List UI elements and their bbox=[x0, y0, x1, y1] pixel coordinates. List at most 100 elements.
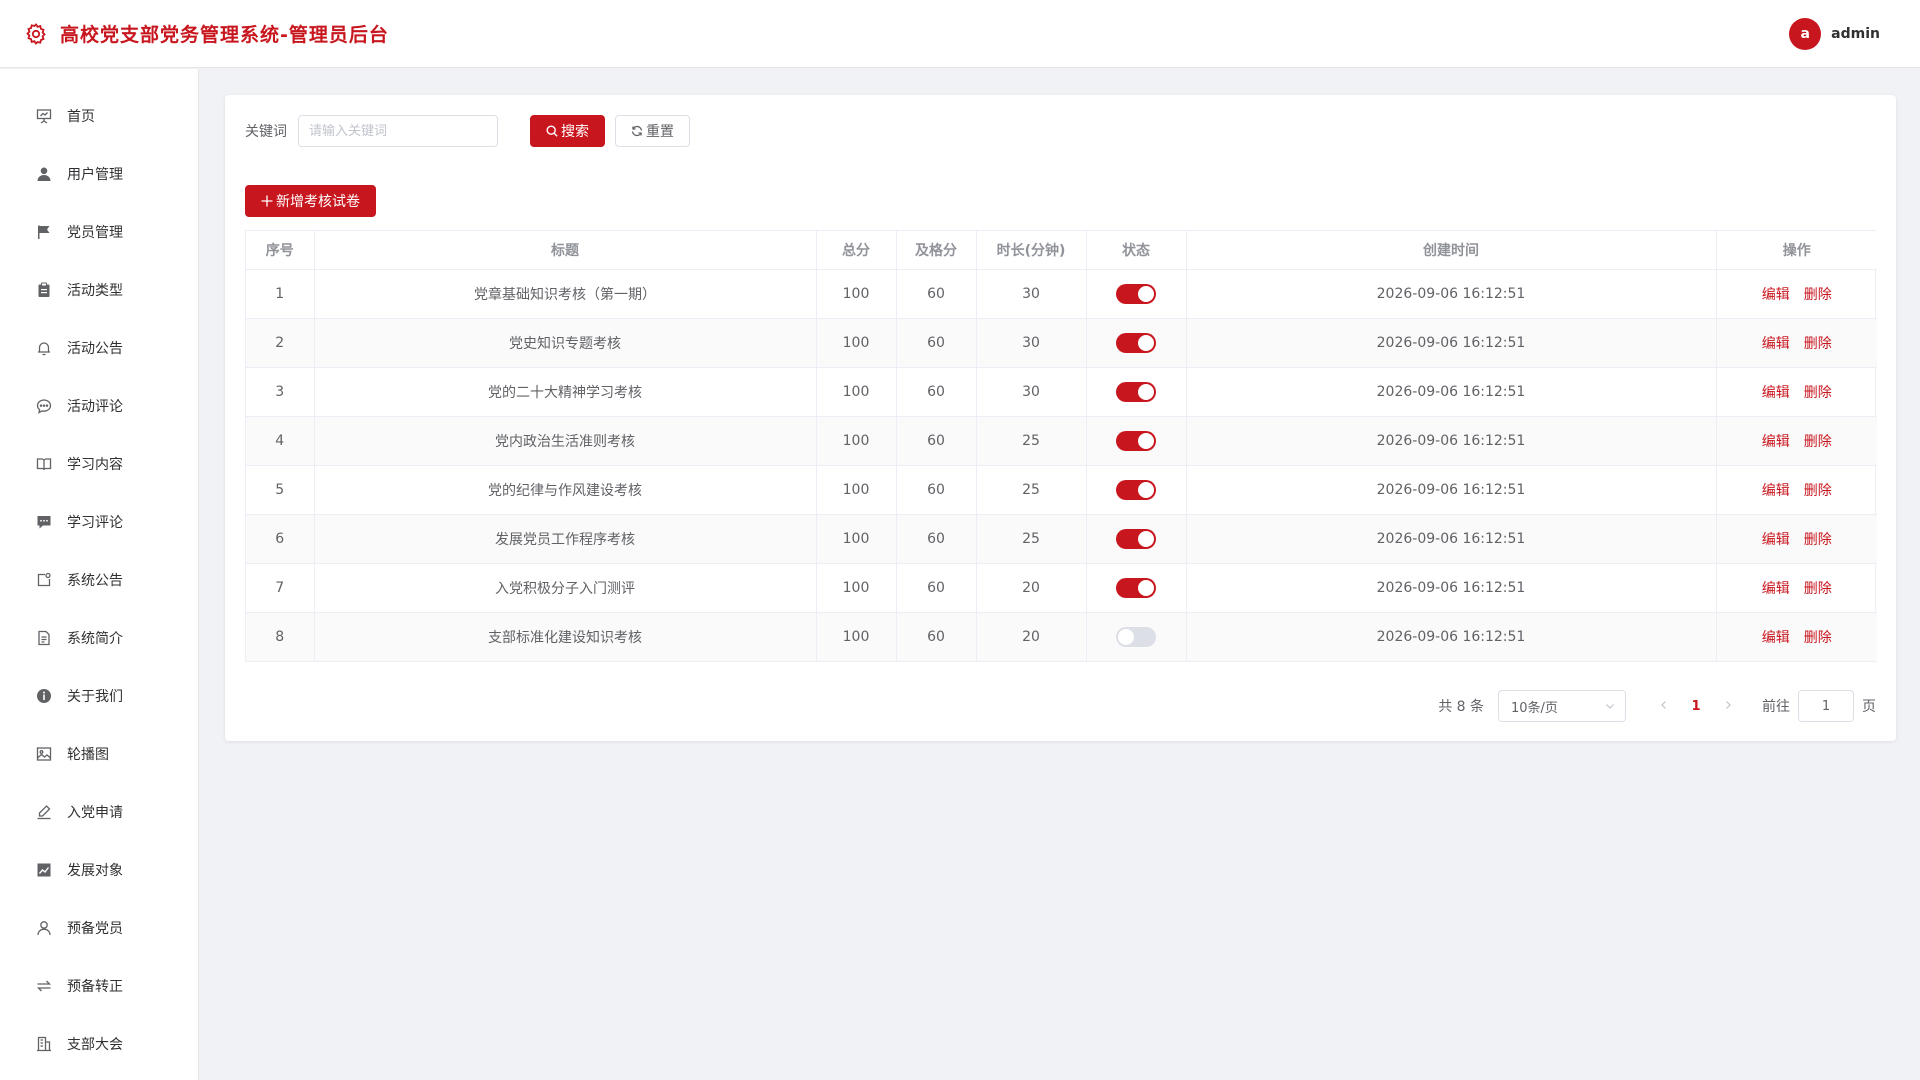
goto-page-input[interactable] bbox=[1798, 690, 1854, 722]
sidebar-item-activity-comments[interactable]: 活动评论 bbox=[0, 377, 198, 435]
delete-button[interactable]: 删除 bbox=[1804, 483, 1832, 499]
status-toggle[interactable] bbox=[1116, 283, 1156, 304]
delete-button[interactable]: 删除 bbox=[1804, 336, 1832, 352]
sidebar-item-development-targets[interactable]: 发展对象 bbox=[0, 841, 198, 899]
status-toggle[interactable] bbox=[1116, 332, 1156, 353]
cell-actions: 编辑 删除 bbox=[1716, 318, 1877, 368]
edit-button[interactable]: 编辑 bbox=[1762, 483, 1790, 499]
app-title: 高校党支部党务管理系统-管理员后台 bbox=[60, 24, 389, 46]
edit-button[interactable]: 编辑 bbox=[1762, 581, 1790, 597]
cell-total: 100 bbox=[816, 367, 897, 417]
table-row: 8 支部标准化建设知识考核 100 60 20 2026-09-06 16:12:51 编辑… bbox=[246, 612, 1877, 662]
delete-button[interactable]: 删除 bbox=[1804, 385, 1832, 401]
sidebar-item-label: 活动评论 bbox=[67, 399, 123, 415]
sidebar-item-activity-types[interactable]: 活动类型 bbox=[0, 261, 198, 319]
cell-pass: 60 bbox=[896, 514, 977, 564]
clipboard-icon bbox=[35, 281, 53, 299]
cell-actions: 编辑 删除 bbox=[1716, 416, 1877, 466]
sidebar-item-label: 首页 bbox=[67, 109, 95, 125]
cell-index: 7 bbox=[246, 563, 315, 613]
cell-index: 5 bbox=[246, 465, 315, 515]
avatar[interactable]: a bbox=[1789, 17, 1822, 50]
edit-button[interactable]: 编辑 bbox=[1762, 287, 1790, 303]
delete-button[interactable]: 删除 bbox=[1804, 287, 1832, 303]
username[interactable]: admin bbox=[1831, 26, 1880, 42]
prev-page-button[interactable] bbox=[1650, 698, 1678, 714]
delete-button[interactable]: 删除 bbox=[1804, 581, 1832, 597]
cell-total: 100 bbox=[816, 514, 897, 564]
toolbar: 新增考核试卷 bbox=[245, 185, 1876, 217]
add-exam-button-label: 新增考核试卷 bbox=[276, 194, 360, 210]
page-size-select[interactable]: 10条/页 bbox=[1498, 690, 1626, 722]
cell-status bbox=[1086, 269, 1187, 319]
add-exam-button[interactable]: 新增考核试卷 bbox=[245, 185, 376, 217]
status-toggle[interactable] bbox=[1116, 381, 1156, 402]
sidebar-item-label: 系统公告 bbox=[67, 573, 123, 589]
edit-button[interactable]: 编辑 bbox=[1762, 434, 1790, 450]
sidebar-item-probation-conversion[interactable]: 预备转正 bbox=[0, 957, 198, 1015]
delete-button[interactable]: 删除 bbox=[1804, 434, 1832, 450]
sidebar-item-label: 系统简介 bbox=[67, 631, 123, 647]
delete-button[interactable]: 删除 bbox=[1804, 532, 1832, 548]
cell-title: 党章基础知识考核（第一期） bbox=[314, 269, 817, 319]
table-row: 7 入党积极分子入门测评 100 60 20 2026-09-06 16:12:51 编辑删… bbox=[246, 563, 1877, 613]
edit-button[interactable]: 编辑 bbox=[1762, 630, 1790, 646]
sidebar-item-system-notices[interactable]: 系统公告 bbox=[0, 551, 198, 609]
sidebar-item-home[interactable]: 首页 bbox=[0, 87, 198, 145]
sidebar-item-activity-notices[interactable]: 活动公告 bbox=[0, 319, 198, 377]
cell-total: 100 bbox=[816, 318, 897, 368]
toggle-knob bbox=[1138, 481, 1154, 498]
cell-pass: 60 bbox=[896, 318, 977, 368]
edit-button[interactable]: 编辑 bbox=[1762, 336, 1790, 352]
cell-duration: 20 bbox=[976, 563, 1087, 613]
sidebar-item-party-application[interactable]: 入党申请 bbox=[0, 783, 198, 841]
table-row: 1 党章基础知识考核（第一期） 100 60 30 2026-09-06 16:12:51… bbox=[246, 269, 1877, 319]
table-header-row: 序号 标题 总分 及格分 时长(分钟) 状态 创建时间 操作 bbox=[246, 231, 1877, 270]
sidebar-item-users[interactable]: 用户管理 bbox=[0, 145, 198, 203]
sidebar-item-probationary-members[interactable]: 预备党员 bbox=[0, 899, 198, 957]
cell-status bbox=[1086, 514, 1187, 564]
sidebar-item-about-us[interactable]: 关于我们 bbox=[0, 667, 198, 725]
reset-button[interactable]: 重置 bbox=[615, 115, 690, 147]
cell-title: 党的二十大精神学习考核 bbox=[314, 367, 817, 417]
column-header: 操作 bbox=[1716, 231, 1877, 270]
status-toggle[interactable] bbox=[1116, 626, 1156, 647]
cell-duration: 20 bbox=[976, 612, 1087, 662]
column-header: 创建时间 bbox=[1186, 231, 1717, 270]
edit-button[interactable]: 编辑 bbox=[1762, 385, 1790, 401]
sidebar-item-study-content[interactable]: 学习内容 bbox=[0, 435, 198, 493]
toggle-knob bbox=[1138, 432, 1154, 449]
goto-label: 前往 bbox=[1762, 699, 1790, 715]
sidebar: 首页 用户管理 党员管理 活动类型 活动公告 活动评论 学习内容 学习评论 系统… bbox=[0, 69, 199, 1080]
column-header: 标题 bbox=[314, 231, 817, 270]
cell-created: 2026-09-06 16:12:51 bbox=[1186, 269, 1717, 319]
edit-button[interactable]: 编辑 bbox=[1762, 532, 1790, 548]
sidebar-item-system-intro[interactable]: 系统简介 bbox=[0, 609, 198, 667]
sidebar-item-label: 关于我们 bbox=[67, 689, 123, 705]
sidebar-item-label: 活动公告 bbox=[67, 341, 123, 357]
main-card: 关键词 搜索 重置 新增考核试卷 序号 标题 总分 bbox=[225, 95, 1896, 741]
pagination-total: 共 8 条 bbox=[1438, 699, 1484, 715]
page-number-active[interactable]: 1 bbox=[1678, 699, 1714, 714]
refresh-icon bbox=[631, 125, 643, 137]
cell-pass: 60 bbox=[896, 269, 977, 319]
cell-created: 2026-09-06 16:12:51 bbox=[1186, 318, 1717, 368]
cell-status bbox=[1086, 465, 1187, 515]
delete-button[interactable]: 删除 bbox=[1804, 630, 1832, 646]
sidebar-item-members[interactable]: 党员管理 bbox=[0, 203, 198, 261]
comment-filled-icon bbox=[35, 513, 53, 531]
search-input[interactable] bbox=[298, 115, 498, 147]
status-toggle[interactable] bbox=[1116, 479, 1156, 500]
status-toggle[interactable] bbox=[1116, 577, 1156, 598]
cell-total: 100 bbox=[816, 416, 897, 466]
user-menu[interactable]: a admin bbox=[1789, 17, 1880, 50]
pagination: 共 8 条 10条/页 1 前往 页 bbox=[1438, 690, 1876, 722]
sidebar-item-study-comments[interactable]: 学习评论 bbox=[0, 493, 198, 551]
sidebar-item-branch-meeting[interactable]: 支部大会 bbox=[0, 1015, 198, 1073]
user-icon bbox=[35, 165, 53, 183]
next-page-button[interactable] bbox=[1714, 698, 1742, 714]
search-button[interactable]: 搜索 bbox=[530, 115, 605, 147]
sidebar-item-carousel[interactable]: 轮播图 bbox=[0, 725, 198, 783]
status-toggle[interactable] bbox=[1116, 430, 1156, 451]
status-toggle[interactable] bbox=[1116, 528, 1156, 549]
